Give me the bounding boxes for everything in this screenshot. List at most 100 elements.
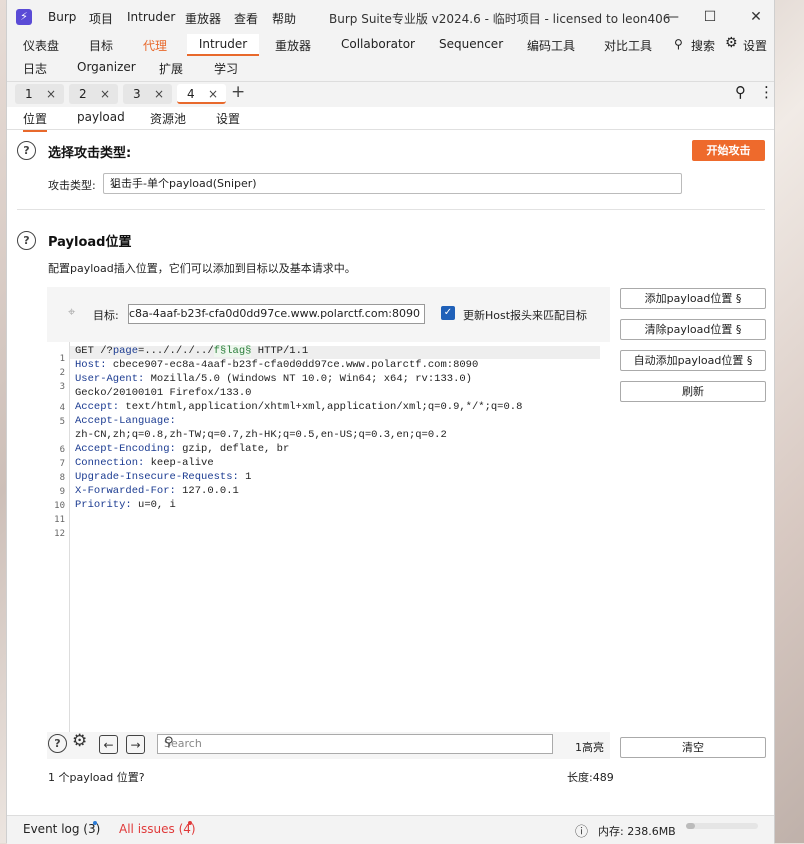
highlights-count: 1高亮 [575, 741, 604, 754]
global-search-label[interactable]: 搜索 [691, 37, 715, 54]
settings-label[interactable]: 设置 [743, 37, 767, 54]
search-tabs-icon[interactable]: ⚲ [735, 83, 746, 101]
search-icon[interactable]: ⚲ [674, 37, 683, 51]
request-line-1: GET /?page=.../././../f§lag§ HTTP/1.1 [75, 345, 309, 357]
menu-help[interactable]: 帮助 [272, 10, 296, 27]
line-number: 4 [59, 403, 65, 413]
line-number: 8 [59, 473, 65, 483]
tab-close-icon[interactable]: × [100, 84, 110, 104]
tab-repeater[interactable]: 重放器 [275, 37, 311, 54]
subtab-resource-pool[interactable]: 资源池 [150, 110, 186, 127]
burp-window: ⚡ Burp 项目 Intruder 重放器 查看 帮助 Burp Suite专… [6, 0, 775, 844]
arrow-right-icon[interactable]: → [126, 735, 145, 754]
request-line-7: Connection: keep-alive [75, 457, 214, 469]
event-log-dot [93, 821, 97, 825]
line-number: 6 [59, 445, 65, 455]
gear-icon[interactable]: ⚙ [72, 731, 87, 751]
request-tab-3[interactable]: 3 × [123, 84, 172, 104]
attack-type-heading: 选择攻击类型: [48, 146, 132, 161]
attack-type-label: 攻击类型: [48, 179, 96, 192]
tab-close-icon[interactable]: × [208, 84, 218, 104]
tab-intruder[interactable]: Intruder [187, 34, 259, 56]
attack-type-select[interactable]: 狙击手-单个payload(Sniper) ⌄ [103, 173, 682, 194]
tab-close-icon[interactable]: × [154, 84, 164, 104]
tab-comparer[interactable]: 对比工具 [604, 37, 652, 54]
request-search-input[interactable]: Search ⚲ [157, 734, 553, 754]
update-host-checkbox[interactable]: ✓ [441, 306, 455, 320]
tab-learn[interactable]: 学习 [214, 60, 238, 77]
tab-logger[interactable]: 日志 [23, 60, 47, 77]
search-icon[interactable]: ⚲ [164, 735, 546, 750]
line-number: 12 [54, 529, 65, 539]
memory-usage: 内存: 238.6MB [598, 825, 676, 838]
refresh-button[interactable]: 刷新 [620, 381, 766, 402]
target-input[interactable]: ec8a-4aaf-b23f-cfa0d0dd97ce.www.polarctf… [128, 304, 425, 324]
tab-target[interactable]: 目标 [89, 37, 113, 54]
help-icon[interactable]: ? [48, 734, 67, 753]
request-line-5-wrap: zh-CN,zh;q=0.8,zh-TW;q=0.7,zh-HK;q=0.5,e… [75, 429, 447, 441]
tab-label: 4 [187, 87, 195, 101]
tab-organizer[interactable]: Organizer [77, 60, 136, 74]
start-attack-button[interactable]: 开始攻击 [692, 140, 765, 161]
tool-tabs-row-2: 日志 Organizer 扩展 学习 [7, 56, 774, 81]
request-length: 长度:489 [567, 771, 614, 784]
window-title: Burp Suite专业版 v2024.6 - 临时项目 - licensed … [329, 12, 671, 26]
request-line-5: Accept-Language: [75, 415, 176, 427]
help-icon[interactable]: ? [17, 231, 36, 250]
payload-count: 1 个payload 位置? [48, 771, 145, 784]
memory-bar-fill [686, 823, 695, 829]
menu-burp[interactable]: Burp [48, 10, 76, 24]
tool-tabs-row-1: 仪表盘 目标 代理 Intruder 重放器 Collaborator Sequ… [7, 34, 774, 56]
subtab-payloads[interactable]: payload [77, 110, 125, 124]
request-line-10: Priority: u=0, i [75, 499, 176, 511]
maximize-icon[interactable]: ☐ [698, 6, 722, 28]
gear-icon[interactable]: ⚙ [725, 35, 738, 51]
request-line-8: Upgrade-Insecure-Requests: 1 [75, 471, 252, 483]
payload-marker[interactable]: f§lag§ [213, 345, 252, 357]
title-bar: ⚡ Burp 项目 Intruder 重放器 查看 帮助 Burp Suite专… [7, 0, 774, 34]
tab-decoder[interactable]: 编码工具 [527, 37, 575, 54]
request-tab-2[interactable]: 2 × [69, 84, 118, 104]
request-line-2: Host: cbece907-ec8a-4aaf-b23f-cfa0d0dd97… [75, 359, 479, 371]
tab-dashboard[interactable]: 仪表盘 [23, 37, 59, 54]
add-payload-position-button[interactable]: 添加payload位置 § [620, 288, 766, 309]
request-tab-1[interactable]: 1 × [15, 84, 64, 104]
line-number: 3 [59, 382, 65, 392]
close-icon[interactable]: ✕ [744, 6, 768, 28]
more-icon[interactable]: ⋮ [759, 83, 774, 101]
tab-sequencer[interactable]: Sequencer [439, 37, 503, 51]
tab-extensions[interactable]: 扩展 [159, 60, 183, 77]
help-icon[interactable]: ? [17, 141, 36, 160]
all-issues-link[interactable]: All issues (4) [119, 822, 196, 836]
menu-project[interactable]: 项目 [89, 10, 113, 27]
subtab-positions[interactable]: 位置 [23, 110, 48, 132]
divider [17, 209, 765, 210]
line-number: 7 [59, 459, 65, 469]
auto-add-payload-position-button[interactable]: 自动添加payload位置 § [620, 350, 766, 371]
clear-button[interactable]: 清空 [620, 737, 766, 758]
status-bar: Event log (3) All issues (4) ⓘ 内存: 238.6… [7, 815, 774, 844]
menu-repeater[interactable]: 重放器 [185, 10, 221, 27]
burp-logo-icon: ⚡ [16, 9, 32, 25]
tab-proxy[interactable]: 代理 [143, 37, 167, 54]
arrow-left-icon[interactable]: ← [99, 735, 118, 754]
target-icon: ⌖ [68, 305, 76, 320]
subtab-settings[interactable]: 设置 [216, 110, 240, 127]
intruder-subtabs: 位置 payload 资源池 设置 [7, 107, 774, 132]
event-log-link[interactable]: Event log (3) [23, 822, 100, 836]
line-number: 11 [54, 515, 65, 525]
menu-intruder[interactable]: Intruder [127, 10, 175, 24]
info-icon[interactable]: ⓘ [575, 821, 588, 840]
tab-label: 1 [25, 87, 33, 101]
request-tab-4[interactable]: 4 × [177, 84, 226, 104]
tab-close-icon[interactable]: × [46, 84, 56, 104]
tab-collaborator[interactable]: Collaborator [341, 37, 415, 51]
minimize-icon[interactable]: — [660, 6, 684, 28]
clear-payload-position-button[interactable]: 清除payload位置 § [620, 319, 766, 340]
request-line-6: Accept-Encoding: gzip, deflate, br [75, 443, 290, 455]
line-number: 10 [54, 501, 65, 511]
menu-view[interactable]: 查看 [234, 10, 258, 27]
issues-dot [188, 821, 192, 825]
add-tab-icon[interactable]: + [231, 82, 245, 102]
request-editor[interactable]: 1 2 3 4 5 6 7 8 9 10 11 12 GET /?page=..… [47, 342, 610, 732]
